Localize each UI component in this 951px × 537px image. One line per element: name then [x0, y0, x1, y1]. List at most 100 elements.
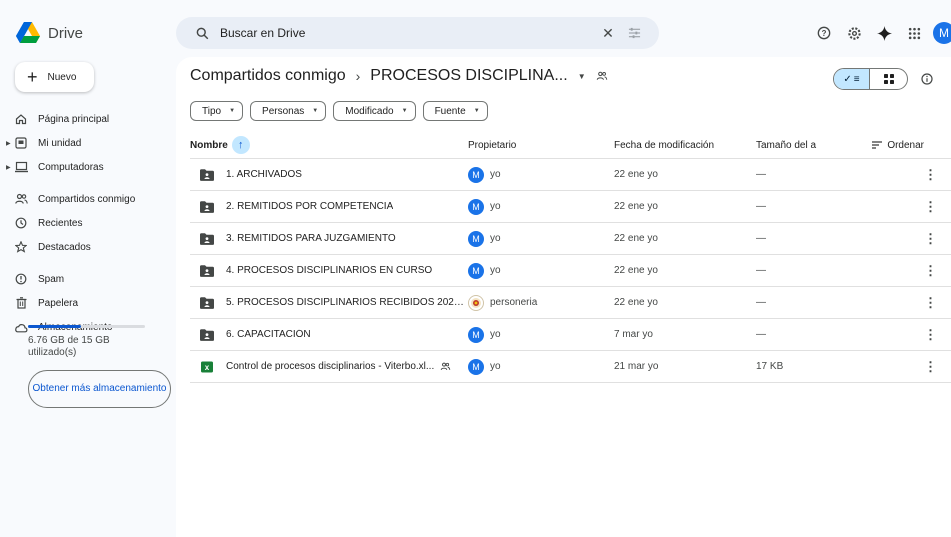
sidebar-item-starred[interactable]: Destacados	[0, 235, 176, 259]
file-name-cell[interactable]: 4. PROCESOS DISCIPLINARIOS EN CURSO	[190, 264, 468, 277]
sidebar-item-spam[interactable]: Spam	[0, 267, 176, 291]
more-actions-icon[interactable]: ⋮	[868, 327, 951, 343]
table-row[interactable]: 4. PROCESOS DISCIPLINARIOS EN CURSO Myo 22…	[190, 255, 951, 287]
chevron-down-icon[interactable]: ▼	[578, 72, 586, 81]
table-row[interactable]: 6. CAPACITACIÓN Myo 7 mar yo — ⋮	[190, 319, 951, 351]
owner-avatar-seal-icon	[468, 294, 484, 311]
more-actions-icon[interactable]: ⋮	[868, 167, 951, 183]
trash-icon	[14, 296, 28, 310]
filter-label: Tipo	[202, 105, 222, 117]
filter-source[interactable]: Fuente ▼	[422, 101, 488, 121]
column-header-name[interactable]: Nombre ↑	[190, 136, 468, 154]
clear-search-icon[interactable]: ✕	[595, 20, 621, 46]
owner-cell: Myo	[468, 326, 614, 343]
file-name-cell[interactable]: 6. CAPACITACIÓN	[190, 328, 468, 341]
owner-cell: Myo	[468, 358, 614, 375]
checkmark-icon: ✓	[843, 73, 852, 85]
search-bar[interactable]: ✕	[176, 17, 659, 49]
settings-icon[interactable]	[841, 20, 867, 46]
star-icon	[14, 240, 28, 254]
file-name-cell[interactable]: 3. REMITIDOS PARA JUZGAMIENTO	[190, 232, 468, 245]
gemini-icon[interactable]	[871, 20, 897, 46]
breadcrumb-current[interactable]: PROCESOS DISCIPLINA...	[370, 67, 567, 85]
shared-folder-icon	[200, 168, 214, 181]
chevron-down-icon: ▼	[473, 108, 480, 114]
owner-avatar: M	[468, 198, 484, 215]
owner-avatar: M	[468, 230, 484, 247]
more-actions-icon[interactable]: ⋮	[868, 231, 951, 247]
sidebar-item-shared-with-me[interactable]: Compartidos conmigo	[0, 187, 176, 211]
owner-cell: Myo	[468, 198, 614, 215]
sort-icon	[872, 141, 883, 149]
home-icon	[14, 112, 28, 126]
table-row[interactable]: x Control de procesos disciplinarios - Vi…	[190, 351, 951, 383]
breadcrumb: Compartidos conmigo › PROCESOS DISCIPLIN…	[190, 67, 608, 85]
grid-view-button[interactable]	[870, 69, 907, 89]
more-actions-icon[interactable]: ⋮	[868, 199, 951, 215]
apps-grid-icon[interactable]	[901, 20, 927, 46]
storage-progress-fill	[28, 325, 81, 328]
chevron-down-icon: ▼	[401, 108, 408, 114]
help-icon[interactable]: ?	[811, 20, 837, 46]
more-actions-icon[interactable]: ⋮	[868, 359, 951, 375]
info-icon[interactable]	[918, 70, 936, 88]
filter-label: Modificado	[345, 105, 394, 117]
search-input[interactable]	[216, 26, 595, 40]
account-avatar[interactable]: M	[933, 22, 951, 44]
table-row[interactable]: 3. REMITIDOS PARA JUZGAMIENTO Myo 22 ene y…	[190, 223, 951, 255]
chevron-down-icon: ▼	[229, 108, 236, 114]
expand-caret-icon[interactable]: ▶	[6, 164, 11, 171]
file-name-cell[interactable]: 5. PROCESOS DISCIPLINARIOS RECIBIDOS 202…	[190, 296, 468, 309]
search-icon[interactable]	[188, 27, 216, 40]
owner-name: yo	[490, 201, 501, 212]
owner-avatar: M	[468, 326, 484, 343]
file-name: 3. REMITIDOS PARA JUZGAMIENTO	[226, 233, 396, 244]
expand-caret-icon[interactable]: ▶	[6, 140, 11, 147]
sidebar-item-label: Mi unidad	[38, 137, 82, 149]
chevron-down-icon: ▼	[312, 108, 319, 114]
storage-usage-text: 6.76 GB de 15 GB utilizado(s)	[28, 335, 110, 358]
filter-modified[interactable]: Modificado ▼	[333, 101, 416, 121]
column-header-modified[interactable]: Fecha de modificación	[614, 140, 756, 151]
sidebar: + Nuevo Página principal ▶ Mi unidad ▶ C…	[0, 62, 176, 537]
sort-button[interactable]: Ordenar	[868, 140, 938, 151]
table-row[interactable]: 2. REMITIDOS POR COMPETENCIA Myo 22 ene yo…	[190, 191, 951, 223]
excel-file-icon: x	[201, 361, 213, 372]
sidebar-item-recent[interactable]: Recientes	[0, 211, 176, 235]
file-name-cell[interactable]: 2. REMITIDOS POR COMPETENCIA	[190, 200, 468, 213]
filter-people[interactable]: Personas ▼	[250, 101, 327, 121]
more-actions-icon[interactable]: ⋮	[868, 263, 951, 279]
size-cell: —	[756, 233, 766, 244]
search-options-icon[interactable]	[621, 20, 647, 46]
more-actions-icon[interactable]: ⋮	[868, 295, 951, 311]
view-toggle: ✓ ≡	[833, 68, 908, 90]
top-actions: ? M	[807, 20, 951, 46]
sidebar-item-home[interactable]: Página principal	[0, 107, 176, 131]
table-row[interactable]: 1. ARCHIVADOS Myo 22 ene yo — ⋮	[190, 159, 951, 191]
column-header-owner[interactable]: Propietario	[468, 140, 614, 151]
list-view-button[interactable]: ✓ ≡	[834, 69, 871, 89]
drive-logo-icon	[16, 22, 40, 43]
file-name-cell[interactable]: x Control de procesos disciplinarios - Vi…	[190, 361, 468, 373]
storage-progress-bar	[28, 325, 145, 328]
sort-arrow-up-icon[interactable]: ↑	[231, 136, 250, 154]
table-row[interactable]: 5. PROCESOS DISCIPLINARIOS RECIBIDOS 202…	[190, 287, 951, 319]
sidebar-item-computers[interactable]: ▶ Computadoras	[0, 155, 176, 179]
filter-chips: Tipo ▼ Personas ▼ Modificado ▼ Fuente ▼	[190, 101, 488, 121]
new-button[interactable]: + Nuevo	[15, 62, 94, 92]
filter-type[interactable]: Tipo ▼	[190, 101, 244, 121]
drive-icon	[14, 136, 28, 150]
sidebar-item-label: Recientes	[38, 217, 83, 229]
get-more-storage-button[interactable]: Obtener más almacenamiento	[28, 370, 171, 408]
sidebar-item-label: Página principal	[38, 113, 110, 125]
breadcrumb-parent[interactable]: Compartidos conmigo	[190, 67, 346, 85]
sidebar-item-my-drive[interactable]: ▶ Mi unidad	[0, 131, 176, 155]
size-cell: —	[756, 297, 766, 308]
drive-logo[interactable]: Drive	[16, 22, 83, 44]
owner-name: yo	[490, 265, 501, 276]
clock-icon	[14, 216, 28, 230]
file-name: 4. PROCESOS DISCIPLINARIOS EN CURSO	[226, 265, 433, 276]
column-header-size[interactable]: Tamaño del a	[756, 140, 868, 151]
file-name-cell[interactable]: 1. ARCHIVADOS	[190, 168, 468, 181]
sidebar-item-trash[interactable]: Papelera	[0, 291, 176, 315]
